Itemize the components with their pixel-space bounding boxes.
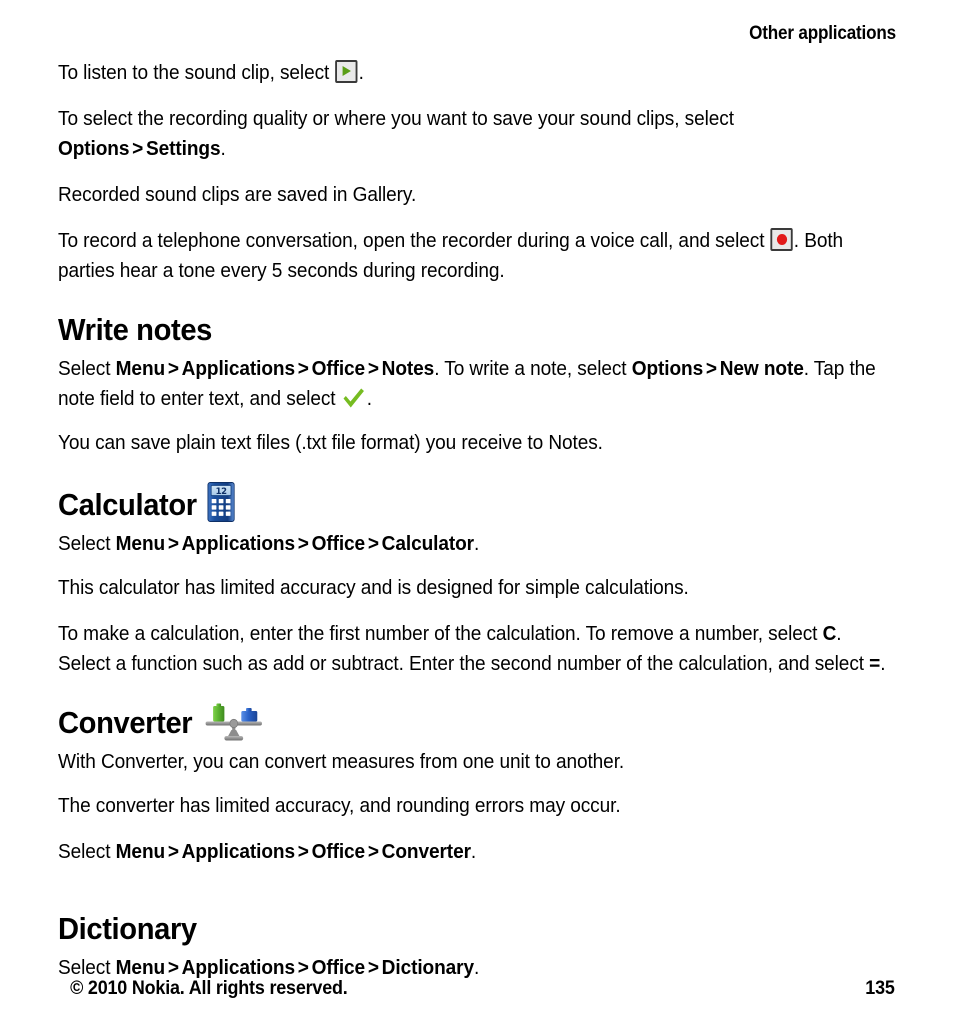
menu-path-applications: Applications (181, 840, 295, 863)
play-icon (335, 60, 358, 83)
path-separator-icon: > (167, 840, 179, 863)
menu-path-notes: Notes (381, 357, 435, 380)
menu-path-new-note: New note (719, 357, 804, 380)
menu-path-office: Office (311, 840, 366, 863)
paragraph-converter-intro: With Converter, you can convert measures… (58, 750, 625, 773)
page-content: To listen to the sound clip, select . To… (58, 58, 898, 999)
paragraph-text: To make a calculation, enter the first n… (58, 622, 823, 645)
section-heading-converter: Converter (58, 703, 848, 741)
menu-path-converter: Converter (381, 840, 471, 863)
paragraph-calculator-accuracy: This calculator has limited accuracy and… (58, 576, 689, 599)
path-select-label: Select (58, 532, 116, 555)
path-separator-icon: > (367, 357, 379, 380)
path-separator-icon: > (297, 840, 309, 863)
menu-path-menu: Menu (115, 532, 166, 555)
menu-path-office: Office (311, 532, 366, 555)
paragraph-calculator-howto: To make a calculation, enter the first n… (58, 619, 898, 679)
paragraph-calculator-path: Select Menu > Applications > Office > Calculat… (58, 529, 898, 559)
paragraph-text-tail: . (366, 387, 372, 410)
paragraph-text: To listen to the sound clip, select (58, 61, 335, 84)
path-select-label: Select (58, 840, 116, 863)
paragraph-listen-sound-clip: To listen to the sound clip, select . (58, 58, 898, 88)
running-header-text: Other applications (749, 23, 896, 44)
section-heading-dictionary: Dictionary (58, 911, 848, 947)
menu-path-options: Options (631, 357, 704, 380)
menu-path-calculator: Calculator (381, 532, 474, 555)
paragraph-converter-path: Select Menu > Applications > Office > Converte… (58, 837, 898, 867)
menu-path-applications: Applications (181, 357, 295, 380)
path-separator-icon: > (367, 840, 379, 863)
paragraph-converter-accuracy: The converter has limited accuracy, and … (58, 794, 621, 817)
paragraph-text-tail: . (220, 137, 226, 160)
running-header: Other applications (142, 22, 896, 46)
checkmark-icon (342, 387, 366, 409)
section-heading-write-notes: Write notes (58, 312, 848, 348)
section-heading-text: Calculator (58, 487, 197, 522)
menu-path-settings: Settings (146, 137, 221, 160)
calculator-icon: 12 (207, 482, 235, 522)
path-separator-icon: > (367, 532, 379, 555)
section-heading-text: Converter (58, 705, 193, 740)
paragraph-text: To select the recording quality or where… (58, 107, 734, 130)
paragraph-notes-path: Select Menu > Applications > Office > Notes. T… (58, 354, 898, 414)
path-select-label: Select (58, 357, 116, 380)
section-heading-calculator: Calculator 12 (58, 482, 848, 523)
path-separator-icon: > (297, 357, 309, 380)
balance-scale-icon (203, 703, 265, 741)
copyright-notice: © 2010 Nokia. All rights reserved. (70, 977, 348, 999)
equals-key-label: = (869, 652, 881, 675)
path-separator-icon: > (167, 532, 179, 555)
menu-path-menu: Menu (115, 357, 166, 380)
menu-path-menu: Menu (115, 840, 166, 863)
paragraph-text-tail: . (880, 652, 886, 675)
menu-path-applications: Applications (181, 532, 295, 555)
paragraph-saved-in-gallery: Recorded sound clips are saved in Galler… (58, 183, 417, 206)
paragraph-text-tail: . (358, 61, 364, 84)
svg-text:12: 12 (215, 487, 226, 497)
page-number: 135 (865, 977, 895, 999)
path-separator-icon: > (705, 357, 717, 380)
paragraph-text: To record a telephone conversation, open… (58, 229, 770, 252)
path-separator-icon: > (297, 532, 309, 555)
paragraph-record-call: To record a telephone conversation, open… (58, 226, 898, 286)
paragraph-text: . To write a note, select (434, 357, 632, 380)
menu-path-options: Options (58, 137, 130, 160)
record-dot-icon (776, 234, 787, 245)
play-triangle-icon (342, 66, 352, 76)
clear-key-label: C (822, 622, 837, 645)
menu-path-office: Office (311, 357, 366, 380)
page-footer: © 2010 Nokia. All rights reserved. 135 (58, 976, 896, 1000)
section-heading-text: Dictionary (58, 911, 197, 946)
paragraph-recording-quality: To select the recording quality or where… (58, 104, 898, 164)
paragraph-text-tail: . (470, 840, 477, 863)
section-heading-text: Write notes (58, 312, 213, 347)
path-separator-icon: > (132, 137, 144, 160)
record-icon (770, 228, 793, 251)
paragraph-notes-txt-files: You can save plain text files (.txt file… (58, 431, 603, 454)
path-separator-icon: > (167, 357, 179, 380)
document-page: Other applications To listen to the soun… (0, 0, 954, 1036)
paragraph-text-tail: . (473, 532, 480, 555)
